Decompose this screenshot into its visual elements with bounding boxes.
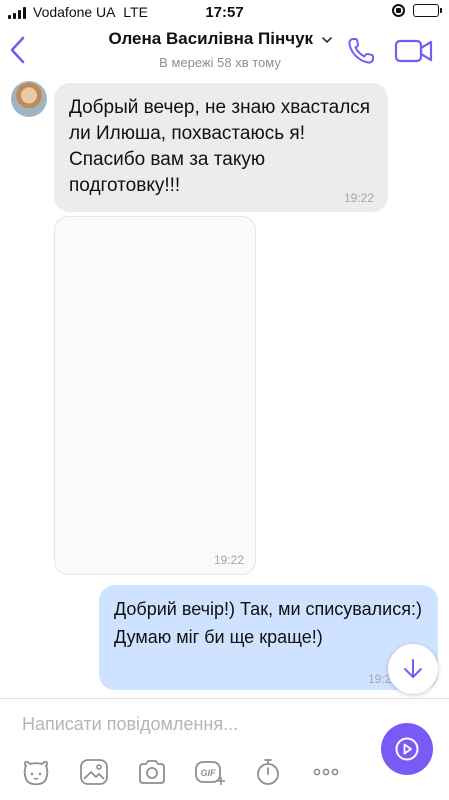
gallery-icon xyxy=(80,759,108,785)
call-button[interactable] xyxy=(346,36,376,66)
message-list[interactable]: Добрый вечер, не знаю хвастался ли Илюша… xyxy=(0,76,449,696)
arrow-down-icon xyxy=(404,659,422,678)
chevron-down-icon[interactable] xyxy=(321,36,332,44)
sticker-button[interactable] xyxy=(20,757,52,787)
video-camera-icon xyxy=(394,39,433,63)
timer-button[interactable] xyxy=(252,757,284,787)
play-circle-icon xyxy=(395,737,419,761)
gif-icon: GIF xyxy=(195,761,225,785)
timer-icon xyxy=(257,759,279,785)
send-button[interactable] xyxy=(381,723,433,775)
outgoing-message[interactable]: Добрий вечір!) Так, ми списувалися:) Дум… xyxy=(99,585,438,690)
gallery-button[interactable] xyxy=(78,757,110,787)
gif-button[interactable]: GIF xyxy=(194,757,226,787)
gif-label: GIF xyxy=(201,768,217,778)
battery-icon xyxy=(413,4,442,17)
status-bar: Vodafone UA LTE 17:57 xyxy=(0,0,449,24)
rotation-lock-icon xyxy=(392,4,405,17)
incoming-image-message[interactable]: 19:22 xyxy=(54,216,256,575)
message-text: Добрий вечір!) Так, ми списувалися:) Дум… xyxy=(114,599,422,647)
last-seen-status: В мережі 58 хв тому xyxy=(159,55,281,70)
message-time: 19:22 xyxy=(213,553,244,567)
sticker-icon xyxy=(23,760,49,786)
incoming-message[interactable]: Добрый вечер, не знаю хвастался ли Илюша… xyxy=(54,83,388,212)
status-clock: 17:57 xyxy=(205,4,244,21)
contact-info[interactable]: Олена Василівна Пінчук В мережі 58 хв то… xyxy=(70,29,370,70)
chevron-left-icon xyxy=(10,36,25,64)
message-text: Добрый вечер, не знаю хвастался ли Илюша… xyxy=(69,97,371,196)
more-options-button[interactable] xyxy=(310,757,342,787)
scroll-to-bottom-button[interactable] xyxy=(388,644,438,694)
composer-divider xyxy=(0,698,449,699)
camera-button[interactable] xyxy=(136,757,168,787)
message-input[interactable] xyxy=(12,708,367,740)
video-call-button[interactable] xyxy=(394,37,434,65)
contact-avatar[interactable] xyxy=(11,81,47,117)
phone-icon xyxy=(348,38,374,64)
more-icon xyxy=(313,768,339,776)
back-button[interactable] xyxy=(6,34,30,66)
contact-name[interactable]: Олена Василівна Пінчук xyxy=(108,29,313,48)
message-time: 19:22 xyxy=(343,191,374,205)
chat-header: Олена Василівна Пінчук В мережі 58 хв то… xyxy=(0,24,449,76)
camera-icon xyxy=(139,760,165,784)
